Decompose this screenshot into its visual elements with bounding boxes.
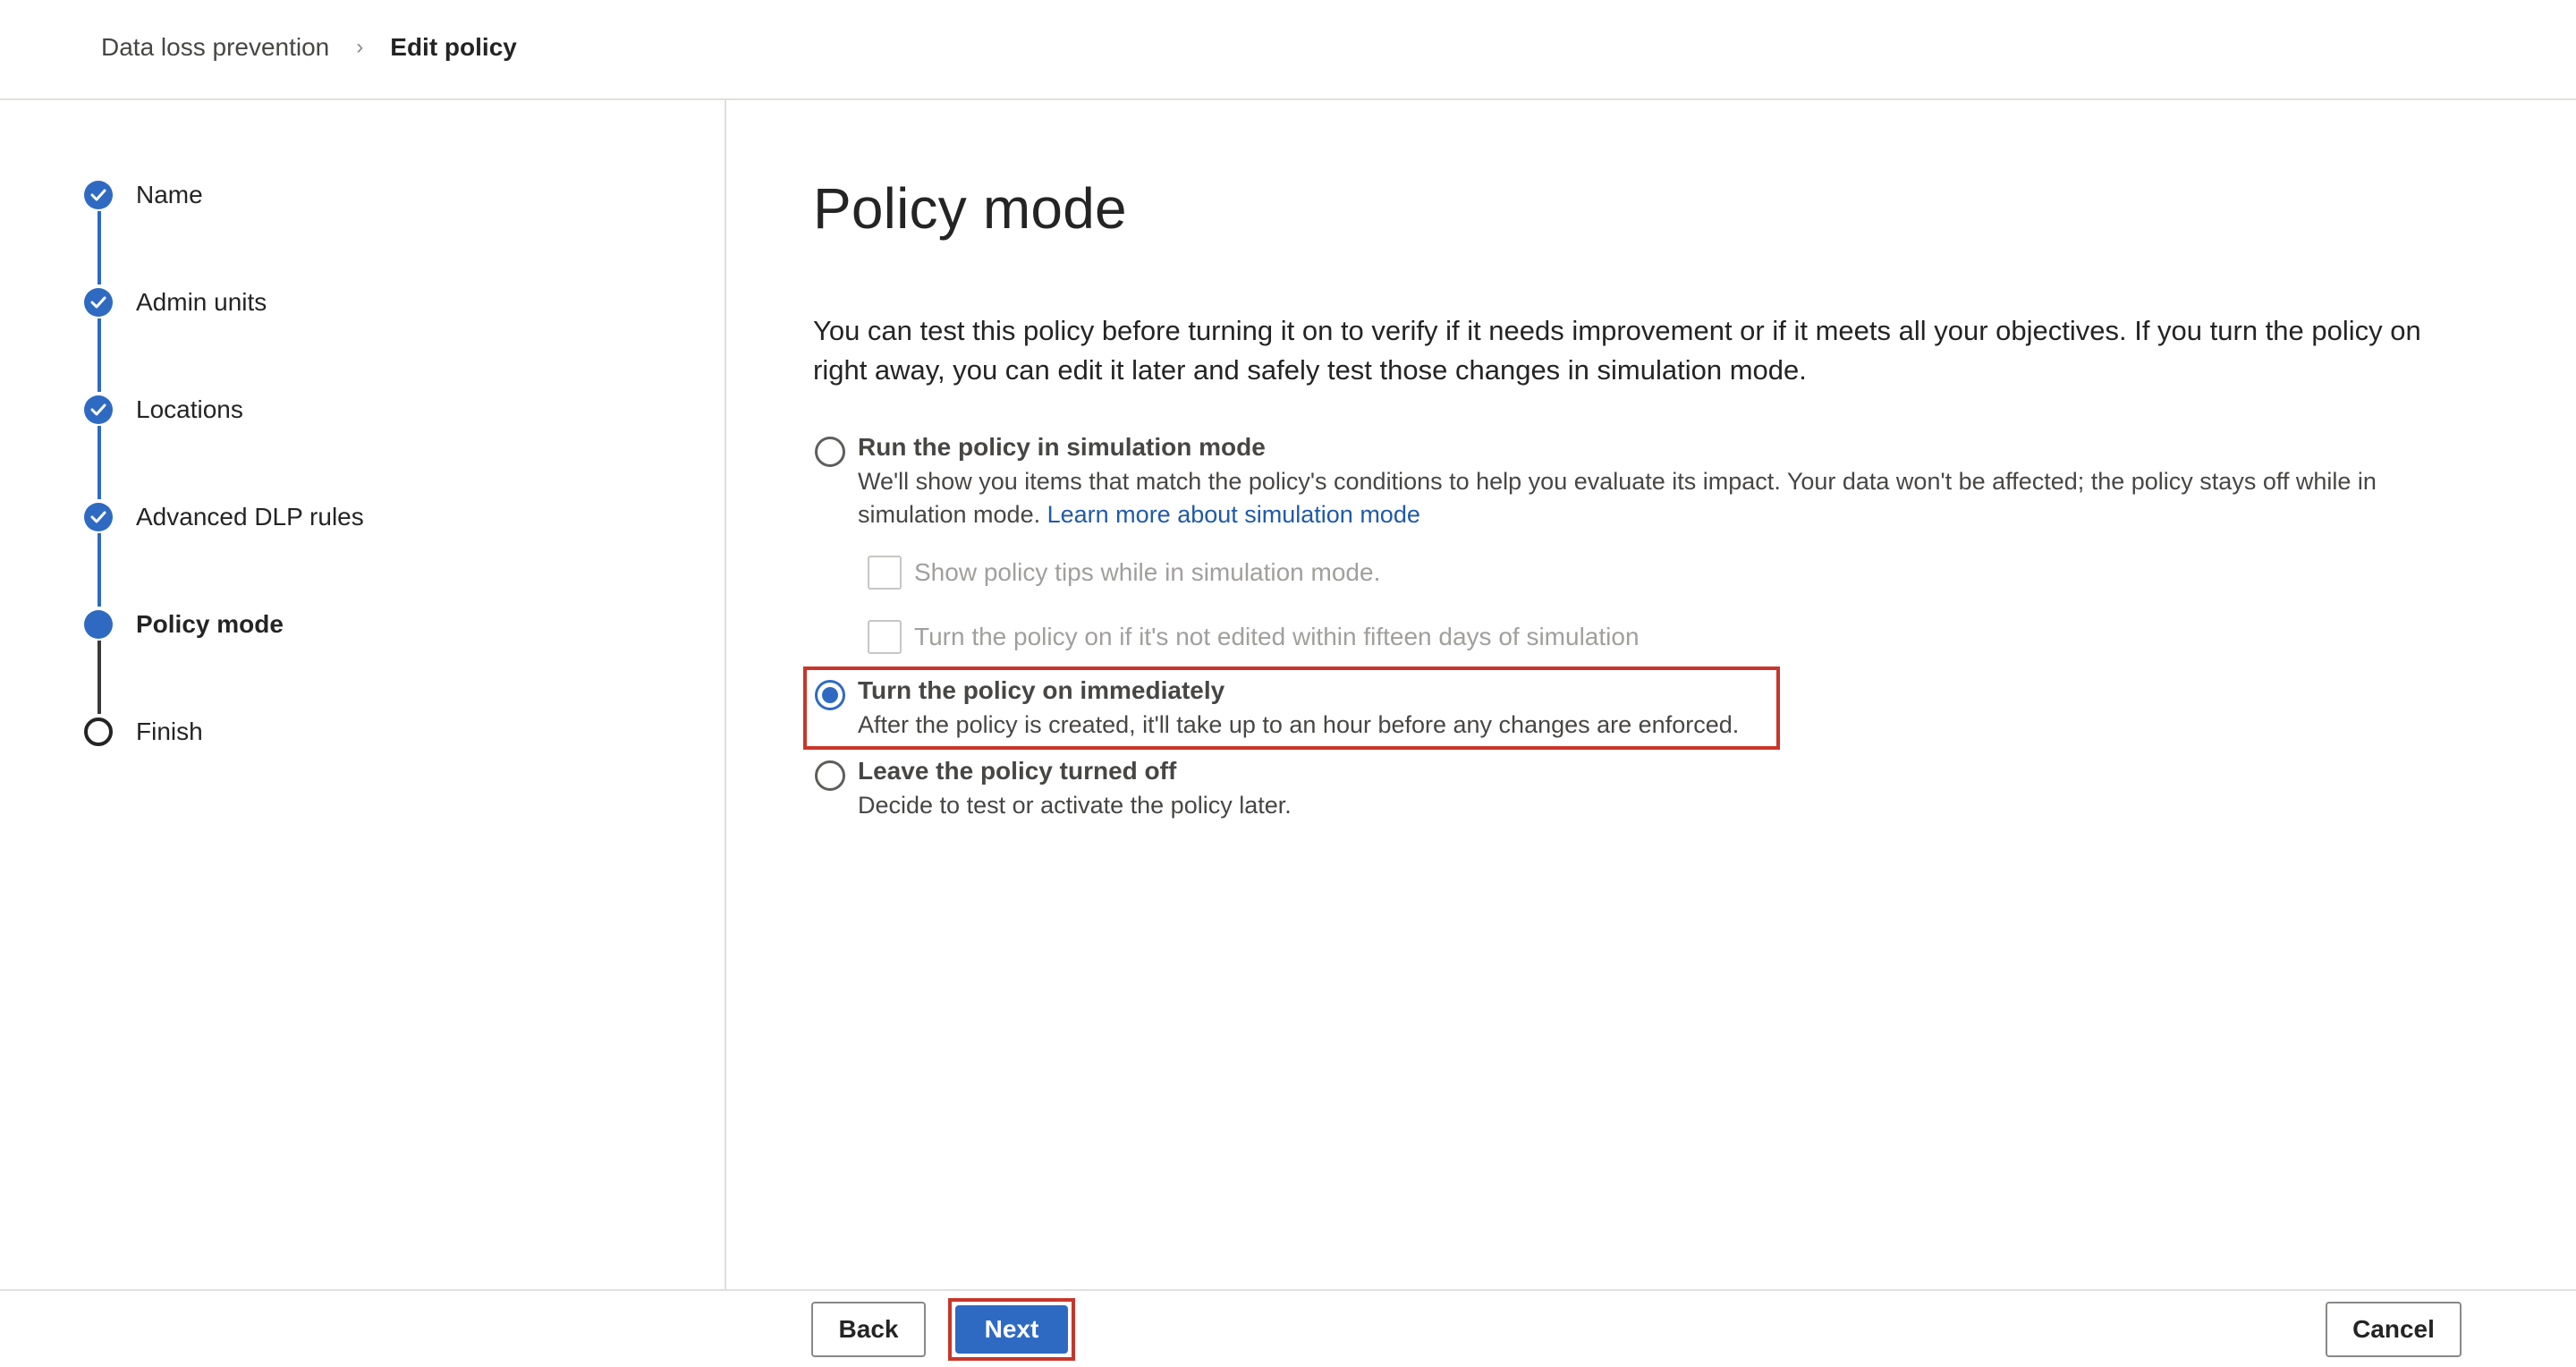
page-title: Policy mode (813, 176, 1127, 241)
step-connector (97, 641, 101, 714)
option-description: Decide to test or activate the policy la… (858, 792, 1292, 819)
chevron-right-icon: › (356, 35, 364, 59)
breadcrumb: Data loss prevention › Edit policy (101, 33, 517, 62)
page-description: You can test this policy before turning … (813, 315, 2421, 386)
step-label: Policy mode (136, 610, 284, 638)
checkmark-icon (84, 181, 113, 209)
wizard-steps-panel: Name Admin units Locations Advanced DLP … (0, 100, 726, 1290)
step-connector (97, 533, 101, 607)
checkbox-policy-tips[interactable] (868, 556, 902, 590)
step-label: Advanced DLP rules (136, 503, 364, 531)
step-label: Name (136, 181, 203, 208)
step-policy-mode[interactable]: Policy mode (84, 607, 284, 642)
checkmark-icon (84, 395, 113, 424)
next-button[interactable]: Next (955, 1305, 1068, 1354)
current-step-indicator-icon (84, 610, 113, 639)
option-title: Run the policy in simulation mode (858, 433, 1266, 461)
step-name[interactable]: Name (84, 177, 203, 213)
checkbox-auto-turn-on[interactable] (868, 620, 902, 654)
option-description: We'll show you items that match the poli… (858, 465, 2468, 531)
checkbox-label: Turn the policy on if it's not edited wi… (914, 623, 1640, 650)
step-locations[interactable]: Locations (84, 392, 243, 428)
back-button[interactable]: Back (811, 1302, 926, 1357)
option-description: After the policy is created, it'll take … (858, 711, 1740, 738)
option-leave-off[interactable]: Leave the policy turned off Decide to te… (813, 757, 1761, 825)
checkbox-row-auto-turn-on[interactable]: Turn the policy on if it's not edited wi… (868, 619, 1640, 655)
checkmark-icon (84, 503, 113, 531)
wizard-footer (0, 1289, 2576, 1367)
radio-simulation-mode[interactable] (815, 437, 845, 467)
radio-leave-off[interactable] (815, 760, 845, 791)
breadcrumb-data-loss-prevention[interactable]: Data loss prevention (101, 33, 329, 62)
cancel-button[interactable]: Cancel (2326, 1302, 2462, 1357)
option-title: Turn the policy on immediately (858, 676, 1225, 704)
step-admin-units[interactable]: Admin units (84, 284, 267, 320)
learn-more-simulation-link[interactable]: Learn more about simulation mode (1047, 501, 1420, 528)
option-title: Leave the policy turned off (858, 757, 1177, 785)
checkmark-icon (84, 288, 113, 317)
step-label: Locations (136, 395, 243, 423)
checkbox-label: Show policy tips while in simulation mod… (914, 558, 1381, 586)
upcoming-step-indicator-icon (84, 717, 113, 746)
breadcrumb-edit-policy: Edit policy (390, 33, 517, 61)
step-label: Admin units (136, 288, 267, 316)
radio-turn-on-immediately[interactable] (815, 680, 845, 710)
step-label: Finish (136, 717, 203, 745)
step-finish[interactable]: Finish (84, 714, 203, 750)
option-simulation-mode[interactable]: Run the policy in simulation mode We'll … (813, 433, 2477, 531)
step-connector (97, 426, 101, 499)
checkbox-row-policy-tips[interactable]: Show policy tips while in simulation mod… (868, 555, 1380, 590)
option-turn-on-immediately[interactable]: Turn the policy on immediately After the… (813, 676, 1761, 744)
step-advanced-dlp-rules[interactable]: Advanced DLP rules (84, 499, 364, 535)
step-connector (97, 318, 101, 392)
step-connector (97, 211, 101, 284)
page-header: Data loss prevention › Edit policy (0, 0, 2576, 100)
